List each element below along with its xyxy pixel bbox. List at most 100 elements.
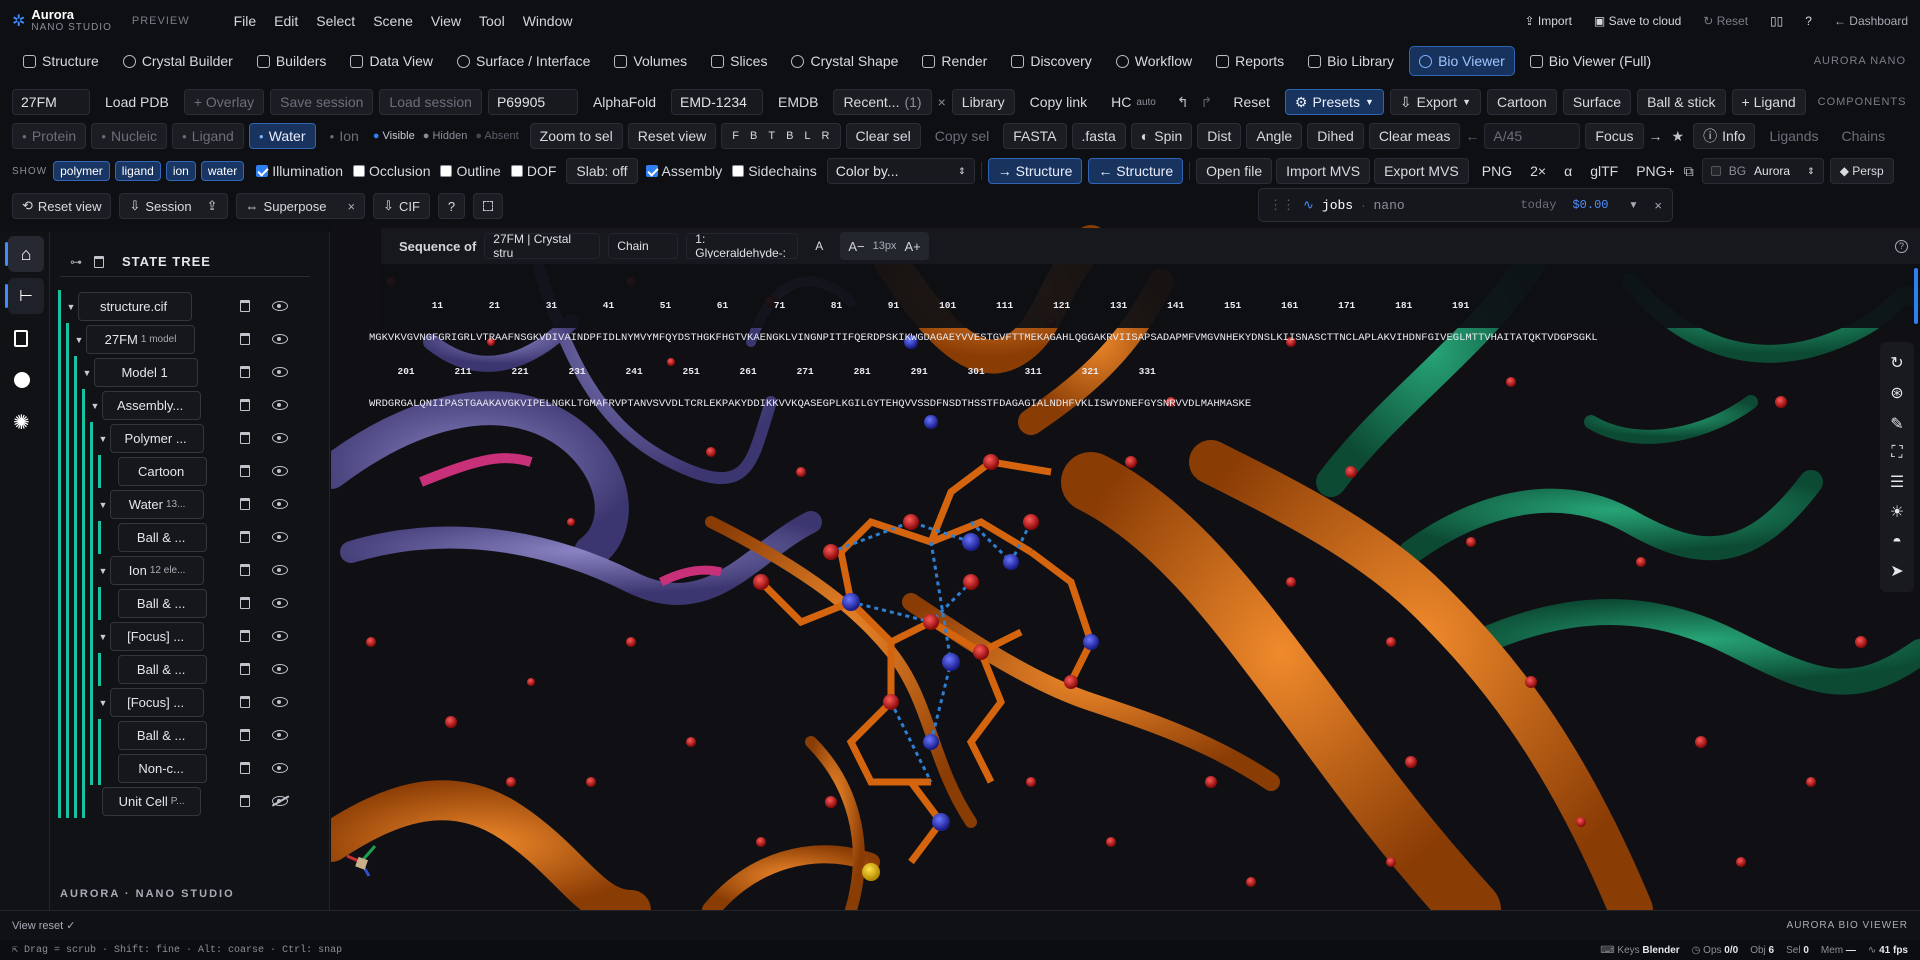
show-polymer-tag[interactable]: polymer <box>53 161 110 181</box>
tree-chevron-icon[interactable]: ▼ <box>96 434 110 444</box>
rail-sphere-button[interactable] <box>14 372 30 388</box>
angle-button[interactable]: Angle <box>1246 123 1303 149</box>
png-button[interactable]: PNG <box>1473 158 1521 184</box>
spin-button[interactable]: ◐ Spin <box>1130 123 1193 149</box>
font-decrease-button[interactable]: A− <box>848 239 864 254</box>
eye-icon[interactable] <box>272 334 288 344</box>
menu-file[interactable]: File <box>234 13 257 29</box>
tree-structure-icon[interactable]: ⊶ <box>70 255 82 269</box>
trash-icon[interactable] <box>240 333 250 345</box>
tree-chevron-icon[interactable]: ▼ <box>80 368 94 378</box>
info-button[interactable]: ⓘ Info <box>1693 123 1756 149</box>
pdb-id-input[interactable]: 27FM <box>12 89 90 115</box>
import-button[interactable]: ⇪ Import <box>1525 14 1572 28</box>
alpha-button[interactable]: α <box>1555 158 1581 184</box>
trash-icon[interactable] <box>240 795 250 807</box>
menu-view[interactable]: View <box>431 13 461 29</box>
tab-builders[interactable]: Builders <box>248 46 336 76</box>
tab-volumes[interactable]: Volumes <box>605 46 696 76</box>
background-select[interactable]: BG Aurora ⇕ <box>1701 158 1824 184</box>
tree-node-label[interactable]: Ball & ... <box>118 523 208 552</box>
tree-node-label[interactable]: structure.cif <box>78 292 193 321</box>
eye-icon[interactable] <box>272 466 288 476</box>
help-small-button[interactable]: ? <box>437 193 466 219</box>
gltf-button[interactable]: glTF <box>1581 158 1627 184</box>
menu-scene[interactable]: Scene <box>373 13 413 29</box>
cif-button[interactable]: ⇩ CIF <box>373 193 430 219</box>
tree-row[interactable]: Ball & ... <box>104 721 208 750</box>
tree-node-label[interactable]: Unit Cell P... <box>102 787 202 816</box>
rail-settings-button[interactable]: ✺ <box>13 410 30 435</box>
show-ligand-tag[interactable]: ligand <box>114 161 161 181</box>
tree-row[interactable]: ▼ 27FM 1 model <box>72 325 196 354</box>
vr-icon[interactable]: ◓ <box>1892 533 1902 551</box>
ion-toggle[interactable]: ● Ion <box>321 123 368 149</box>
clear-selection-button[interactable]: Clear sel <box>845 123 921 149</box>
emdb-button[interactable]: EMDB <box>769 89 827 115</box>
trash-icon[interactable] <box>240 630 250 642</box>
view-left[interactable]: L <box>804 130 810 142</box>
tab-discovery[interactable]: Discovery <box>1002 46 1100 76</box>
export-mvs-button[interactable]: Export MVS <box>1374 158 1469 184</box>
keymap-indicator[interactable]: ⌨ Keys Blender <box>1600 945 1679 956</box>
tree-chevron-icon[interactable]: ▼ <box>96 632 110 642</box>
export-button[interactable]: ⇩ Export ▼ <box>1389 89 1481 115</box>
tree-row[interactable]: ▼ structure.cif <box>64 292 193 321</box>
wrench-icon[interactable]: ✎ <box>1890 414 1903 434</box>
cursor-icon[interactable]: ➤ <box>1890 561 1903 581</box>
tree-chevron-icon[interactable]: ▼ <box>88 401 102 411</box>
copy-selection-button[interactable]: Copy sel <box>926 123 998 149</box>
emdb-input[interactable]: EMD-1234 <box>670 89 763 115</box>
overlay-button[interactable]: + Overlay <box>183 89 265 115</box>
rail-tree-button[interactable]: ⊢ <box>8 278 44 314</box>
illumination-checkbox[interactable]: Illumination <box>256 163 343 179</box>
tree-node-label[interactable]: Non-c... <box>118 754 208 783</box>
open-file-button[interactable]: Open file <box>1196 158 1273 184</box>
show-ion-tag[interactable]: ion <box>165 161 196 181</box>
sequence-line-1[interactable]: MGKVKVGVNGFGRIGRLVTRAAFNSGKVDIVAINDPFIDL… <box>369 333 1598 344</box>
trash-icon[interactable] <box>240 399 250 411</box>
tree-node-label[interactable]: Polymer ... <box>110 424 205 453</box>
eye-icon[interactable] <box>272 697 288 707</box>
rail-home-button[interactable]: ⌂ <box>8 236 44 272</box>
entity-select[interactable]: 27FM | Crystal stru <box>484 233 601 259</box>
tree-row[interactable]: ▼ Assembly... <box>88 391 202 420</box>
menu-edit[interactable]: Edit <box>274 13 298 29</box>
uniprot-input[interactable]: P69905 <box>487 89 578 115</box>
rail-file-button[interactable] <box>14 330 28 347</box>
close-icon[interactable]: × <box>1654 198 1662 213</box>
chain-select[interactable]: Chain <box>608 233 679 259</box>
trash-icon[interactable] <box>240 300 250 312</box>
residue-query-input[interactable]: A/45 <box>1484 123 1581 149</box>
png-plus-button[interactable]: PNG+ <box>1627 158 1684 184</box>
reset-view-button[interactable]: Reset view <box>627 123 717 149</box>
to-structure-button[interactable]: → Structure <box>987 158 1083 184</box>
molecule-select[interactable]: 1: Glyceraldehyde-: <box>686 233 799 259</box>
save-session-button[interactable]: Save session <box>270 89 374 115</box>
water-toggle[interactable]: ● Water <box>248 123 316 149</box>
tree-row[interactable]: Cartoon <box>104 457 208 486</box>
tab-workflow[interactable]: Workflow <box>1107 46 1201 76</box>
color-by-select[interactable]: Color by... ⇕ <box>826 158 975 184</box>
clear-measurements-button[interactable]: Clear meas <box>1368 123 1461 149</box>
eye-icon[interactable] <box>272 631 288 641</box>
fasta-file-button[interactable]: .fasta <box>1071 123 1126 149</box>
viewport[interactable]: Sequence of 27FM | Crystal stru Chain 1:… <box>331 222 1920 910</box>
font-increase-button[interactable]: A+ <box>904 239 920 254</box>
assembly-checkbox[interactable]: Assembly <box>645 163 722 179</box>
trash-icon[interactable] <box>240 531 250 543</box>
tree-row[interactable]: Ball & ... <box>104 589 208 618</box>
tree-row[interactable]: ▼ Model 1 <box>80 358 199 387</box>
dihedral-button[interactable]: Dihed <box>1307 123 1364 149</box>
target-icon[interactable]: ⊛ <box>1890 383 1903 403</box>
tab-render[interactable]: Render <box>913 46 996 76</box>
eye-icon[interactable] <box>272 763 288 773</box>
chevron-down-icon[interactable]: ▼ <box>1629 200 1639 211</box>
show-water-tag[interactable]: water <box>200 161 245 181</box>
tree-node-label[interactable]: Model 1 <box>94 358 199 387</box>
tree-chevron-icon[interactable]: ▼ <box>96 566 110 576</box>
tree-row[interactable]: ▼ Polymer ... <box>96 424 205 453</box>
ligand-toggle[interactable]: ● Ligand <box>171 123 244 149</box>
eye-icon[interactable] <box>272 598 288 608</box>
focus-button[interactable]: Focus <box>1585 123 1644 149</box>
